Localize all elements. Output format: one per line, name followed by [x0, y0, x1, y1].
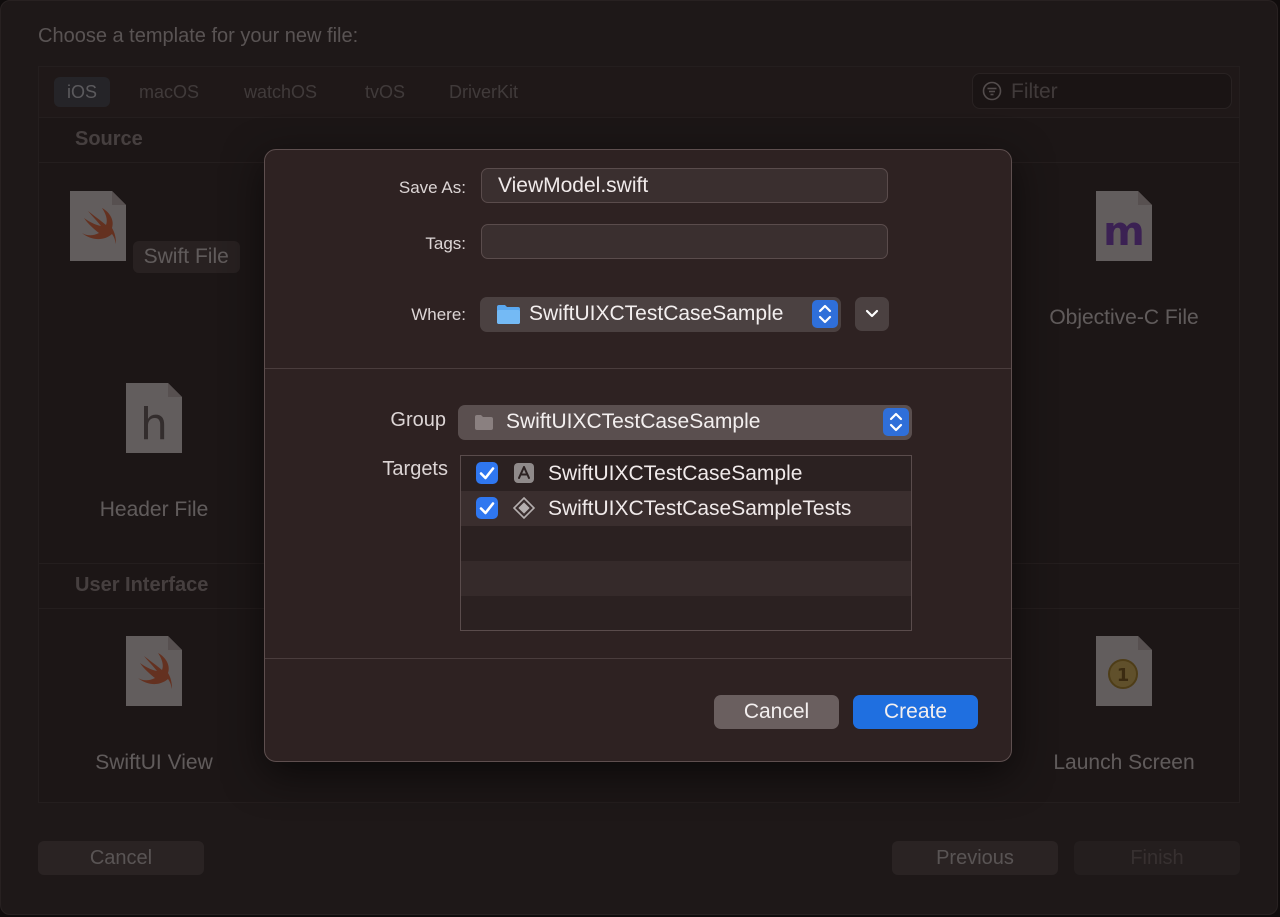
targets-label: Targets: [382, 458, 448, 480]
checkmark-icon: [479, 467, 495, 480]
group-stepper: [883, 408, 909, 436]
sheet-divider: [265, 368, 1011, 369]
save-as-label: Save As:: [398, 178, 466, 197]
chevron-up-down-icon: [818, 304, 832, 324]
group-value: SwiftUIXCTestCaseSample: [506, 410, 761, 433]
app-target-icon: [514, 463, 534, 483]
checkmark-icon: [479, 502, 495, 515]
tags-field[interactable]: [481, 224, 888, 259]
targets-table: SwiftUIXCTestCaseSample SwiftUIXCTestCas…: [460, 455, 912, 631]
chevron-up-down-icon: [889, 412, 903, 432]
tags-label: Tags:: [425, 234, 466, 253]
save-as-field[interactable]: ViewModel.swift: [481, 168, 888, 203]
empty-row: [461, 561, 911, 596]
target-checkbox[interactable]: [476, 497, 498, 519]
create-button[interactable]: Create: [853, 695, 978, 729]
group-folder-icon: [475, 415, 493, 430]
sheet-divider: [265, 658, 1011, 659]
where-value: SwiftUIXCTestCaseSample: [529, 302, 784, 325]
group-label: Group: [390, 409, 446, 431]
where-popup[interactable]: SwiftUIXCTestCaseSample: [480, 297, 841, 332]
target-row[interactable]: SwiftUIXCTestCaseSampleTests: [461, 491, 911, 526]
target-checkbox[interactable]: [476, 462, 498, 484]
where-stepper: [812, 300, 838, 328]
where-label: Where:: [411, 305, 466, 324]
sheet-cancel-button[interactable]: Cancel: [714, 695, 839, 729]
target-label: SwiftUIXCTestCaseSampleTests: [548, 497, 852, 520]
target-row[interactable]: SwiftUIXCTestCaseSample: [461, 456, 911, 491]
target-label: SwiftUIXCTestCaseSample: [548, 462, 803, 485]
expand-where-button[interactable]: [855, 297, 889, 331]
group-popup[interactable]: SwiftUIXCTestCaseSample: [458, 405, 912, 440]
folder-icon: [497, 305, 520, 324]
test-target-icon: [513, 497, 535, 519]
save-sheet: Save As: ViewModel.swift Tags: Where: Sw…: [264, 149, 1012, 762]
chevron-down-icon: [865, 309, 879, 318]
